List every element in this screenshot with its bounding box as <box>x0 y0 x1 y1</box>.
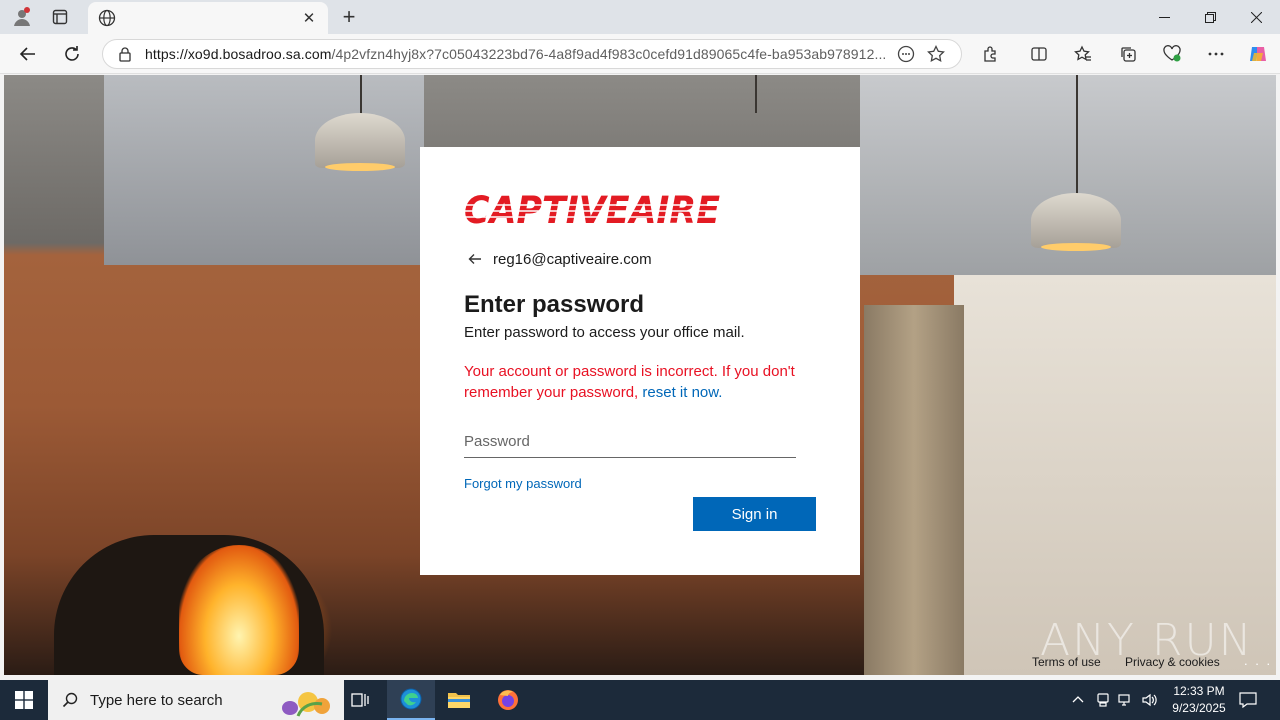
browser-toolbar: https://xo9d.bosadroo.sa.com/4p2vfzn4hyj… <box>0 34 1280 74</box>
account-identity: reg16@captiveaire.com <box>464 248 816 270</box>
edge-icon <box>400 688 422 710</box>
background-pillar <box>864 305 964 675</box>
forgot-password-link[interactable]: Forgot my password <box>464 476 582 491</box>
task-view-button[interactable] <box>336 680 384 720</box>
taskbar-file-explorer[interactable] <box>435 680 483 720</box>
close-window-icon[interactable] <box>1233 0 1279 34</box>
refresh-icon[interactable] <box>57 40 87 68</box>
browser-tab-bar: ✕ + <box>0 0 1280 34</box>
more-options-icon[interactable] <box>1201 41 1231 67</box>
svg-text:CAPTIVEAIRE: CAPTIVEAIRE <box>464 191 720 227</box>
folder-icon <box>448 693 470 708</box>
show-hidden-icons-chevron-icon[interactable] <box>1068 690 1088 710</box>
collections-icon[interactable] <box>1113 41 1143 67</box>
page-subtitle: Enter password to access your office mai… <box>464 324 745 341</box>
taskbar-edge[interactable] <box>387 680 435 720</box>
search-icon <box>62 692 78 708</box>
tab-actions-icon[interactable] <box>46 4 74 30</box>
lamp-cord <box>360 75 362 115</box>
extensions-icon[interactable] <box>976 41 1006 67</box>
address-bar[interactable]: https://xo9d.bosadroo.sa.com/4p2vfzn4hyj… <box>102 39 962 69</box>
account-email: reg16@captiveaire.com <box>493 250 652 268</box>
back-arrow-icon[interactable] <box>464 248 486 270</box>
clock-date: 9/23/2025 <box>1172 701 1226 715</box>
windows-taskbar: Type here to search 12:33 PM 9/23/2025 <box>0 680 1280 720</box>
close-tab-icon[interactable]: ✕ <box>300 9 318 27</box>
lock-icon[interactable] <box>117 46 133 62</box>
taskbar-search-box[interactable]: Type here to search <box>48 680 344 720</box>
browser-essentials-icon[interactable] <box>1157 41 1187 67</box>
volume-icon[interactable] <box>1140 690 1160 710</box>
pendant-lamp <box>1031 193 1121 251</box>
terms-of-use-link[interactable]: Terms of use <box>1032 655 1101 669</box>
split-screen-icon[interactable] <box>1024 41 1054 67</box>
copilot-icon[interactable] <box>1243 41 1273 67</box>
error-message: Your account or password is incorrect. I… <box>464 361 804 403</box>
lamp-cord <box>755 75 757 113</box>
signin-button[interactable]: Sign in <box>693 497 816 531</box>
favorite-star-icon[interactable] <box>921 42 951 66</box>
firefox-icon <box>498 690 518 710</box>
url-text[interactable]: https://xo9d.bosadroo.sa.com/4p2vfzn4hyj… <box>145 46 891 62</box>
clock-time: 12:33 PM <box>1173 684 1225 698</box>
windows-icon <box>15 691 33 709</box>
search-highlight-icon <box>282 692 330 717</box>
back-icon[interactable] <box>13 40 43 68</box>
favorites-icon[interactable] <box>1068 41 1098 67</box>
taskbar-firefox[interactable] <box>484 680 532 720</box>
pendant-lamp <box>315 113 405 171</box>
search-placeholder: Type here to search <box>90 691 223 709</box>
globe-icon <box>98 9 116 27</box>
taskbar-clock[interactable]: 12:33 PM 9/23/2025 <box>1162 683 1236 717</box>
login-card: CAPTIVEAIRE reg16@captiveaire.com Enter … <box>420 147 860 575</box>
network-icon[interactable] <box>1116 690 1136 710</box>
lamp-cord <box>1076 75 1078 195</box>
error-text: Your account or password is incorrect. I… <box>464 363 795 401</box>
url-host: https://xo9d.bosadroo.sa.com <box>145 46 332 62</box>
reset-password-link[interactable]: reset it now. <box>642 384 722 401</box>
footer-more-button[interactable]: . . . <box>1244 653 1272 668</box>
background-fire <box>179 545 299 675</box>
page-title: Enter password <box>464 291 645 318</box>
start-button[interactable] <box>0 680 48 720</box>
profile-icon[interactable] <box>8 4 36 30</box>
privacy-cookies-link[interactable]: Privacy & cookies <box>1125 655 1220 669</box>
device-icon[interactable] <box>1093 690 1113 710</box>
url-path: /4p2vfzn4hyj8x?7c05043223bd76-4a8f9ad4f9… <box>331 46 887 62</box>
restore-icon[interactable] <box>1187 0 1233 34</box>
reader-mode-icon[interactable] <box>891 42 921 66</box>
notifications-icon[interactable] <box>1238 690 1258 710</box>
new-tab-button[interactable]: + <box>336 4 362 30</box>
minimize-icon[interactable] <box>1141 0 1187 34</box>
task-view-icon <box>351 693 369 707</box>
browser-tab-active[interactable]: ✕ <box>88 2 328 34</box>
password-input[interactable] <box>464 425 796 458</box>
captiveaire-logo: CAPTIVEAIRE <box>464 189 722 232</box>
page-viewport: CAPTIVEAIRE reg16@captiveaire.com Enter … <box>4 75 1276 675</box>
